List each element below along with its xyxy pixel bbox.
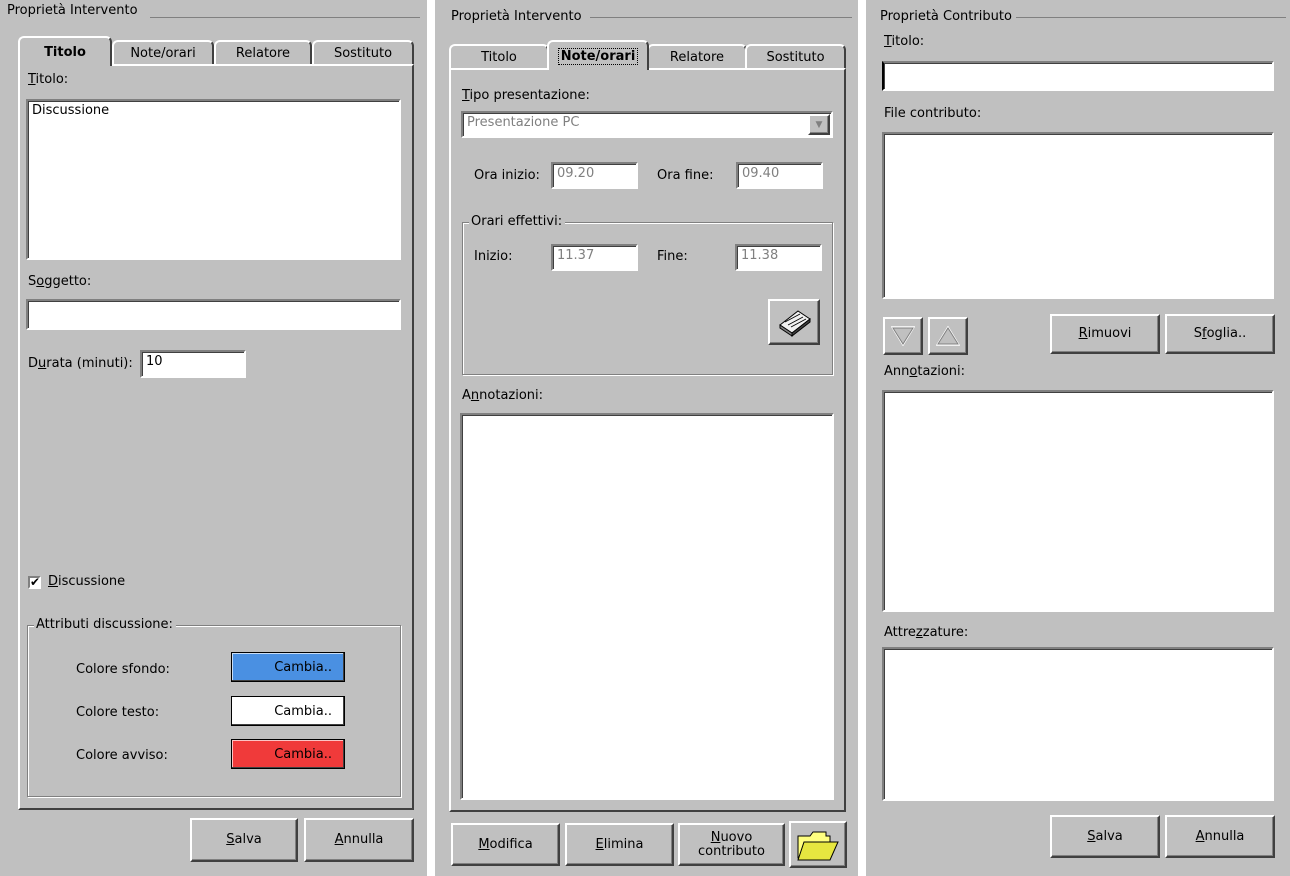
tab-label: Relatore	[235, 45, 291, 61]
tab-label: Titolo	[481, 49, 517, 65]
attrezzature-label: Attrezzature:	[884, 625, 969, 640]
folder-icon	[797, 831, 839, 860]
middle-panel: Proprietà Intervento Titolo Note/orari R…	[435, 0, 858, 876]
annulla-button[interactable]: Annulla	[1165, 815, 1275, 858]
panel-divider-right	[858, 0, 866, 876]
groupbox-top-line	[1016, 17, 1286, 18]
titolo-text: Discussione	[32, 103, 110, 118]
tab-label: Relatore	[669, 49, 725, 65]
groupbox-legend: Proprietà Intervento	[5, 3, 141, 18]
keyboard-icon	[779, 310, 811, 337]
discussione-checkbox-label[interactable]: Discussione	[48, 574, 125, 589]
ora-fine-input[interactable]: 09.40	[736, 162, 823, 189]
check-mark-icon: ✔	[30, 575, 41, 589]
tab-note-orari[interactable]: Note/orari	[547, 40, 649, 70]
colore-avviso-label: Colore avviso:	[76, 748, 168, 763]
discussione-checkbox[interactable]: ✔	[28, 576, 41, 589]
soggetto-label: Soggetto:	[28, 274, 92, 289]
tab-relatore[interactable]: Relatore	[647, 44, 747, 68]
move-up-button[interactable]	[928, 317, 968, 355]
groupbox-legend: Proprietà Contributo	[878, 9, 1015, 24]
groupbox-top-line	[150, 17, 420, 18]
tipo-presentazione-label: Tipo presentazione:	[462, 88, 590, 103]
left-panel: Proprietà Intervento Titolo Note/orari R…	[0, 0, 427, 876]
folder-icon-button[interactable]	[789, 821, 847, 868]
durata-label: Durata (minuti):	[28, 356, 133, 371]
annotazioni-label: Annotazioni:	[462, 388, 544, 403]
titolo-label: Titolo:	[884, 34, 925, 49]
sfoglia-button[interactable]: Sf oglia..	[1165, 314, 1275, 354]
attrezzature-textarea[interactable]	[882, 647, 1274, 801]
right-panel: Proprietà Contributo Titolo: File contri…	[866, 0, 1290, 876]
durata-input[interactable]: 10	[140, 350, 246, 378]
salva-button[interactable]: Salva	[190, 818, 298, 862]
select-value: Presentazione PC	[467, 115, 580, 130]
tab-note-orari[interactable]: Note/orari	[112, 40, 214, 64]
groupbox-legend: Proprietà Intervento	[449, 9, 585, 24]
colore-testo-label: Colore testo:	[76, 705, 160, 720]
colore-sfondo-button[interactable]: Cambia..	[231, 652, 345, 682]
groupbox-top-line	[590, 17, 852, 18]
elimina-button[interactable]: Elimina	[565, 823, 674, 866]
orari-effettivi-legend: Orari effettivi:	[469, 214, 566, 229]
soggetto-input[interactable]	[26, 299, 401, 330]
inizio-label: Inizio:	[474, 249, 513, 264]
annulla-button[interactable]: Annulla	[304, 818, 414, 862]
move-down-button[interactable]	[883, 317, 923, 355]
button-label: Cambia..	[274, 746, 332, 762]
colore-sfondo-label: Colore sfondo:	[76, 662, 170, 677]
annotazioni-textarea[interactable]	[460, 413, 834, 800]
button-label: Cambia..	[274, 703, 332, 719]
titolo-label: Titolo:	[28, 72, 69, 87]
tab-label: Titolo	[44, 44, 86, 60]
tab-label: Note/orari	[130, 45, 196, 61]
tipo-presentazione-select[interactable]: Presentazione PC ▼	[461, 111, 833, 138]
ora-fine-label: Ora fine:	[657, 168, 714, 183]
tab-label: Sostituto	[333, 45, 393, 61]
attributi-legend: Attributi discussione:	[34, 617, 176, 632]
file-contributo-list[interactable]	[882, 132, 1274, 299]
tab-sostituto[interactable]: Sostituto	[312, 40, 414, 64]
ora-inizio-input[interactable]: 09.20	[551, 162, 638, 189]
titolo-textarea[interactable]: Discussione	[26, 99, 401, 260]
keyboard-icon-button[interactable]	[768, 299, 820, 345]
tab-sostituto[interactable]: Sostituto	[745, 44, 846, 68]
panel-divider-left	[427, 0, 435, 876]
fine-input[interactable]: 11.38	[735, 244, 822, 271]
button-label: Cambia..	[274, 659, 332, 675]
titolo-input[interactable]	[882, 61, 1274, 91]
annotazioni-textarea[interactable]	[882, 390, 1274, 612]
tab-label: Note/orari	[557, 47, 639, 65]
colore-avviso-button[interactable]: Cambia..	[231, 739, 345, 769]
tab-label: Sostituto	[766, 49, 825, 65]
ora-inizio-label: Ora inizio:	[474, 168, 540, 183]
colore-testo-button[interactable]: Cambia..	[231, 696, 345, 726]
modifica-button[interactable]: Modifica	[451, 823, 560, 866]
annotazioni-label: Annotazioni:	[884, 364, 966, 379]
tab-titolo[interactable]: Titolo	[449, 44, 549, 68]
tab-relatore[interactable]: Relatore	[214, 40, 312, 64]
nuovo-contributo-button[interactable]: Nuovo contributo	[678, 823, 785, 866]
fine-label: Fine:	[657, 249, 688, 264]
triangle-up-icon	[936, 326, 960, 346]
inizio-input[interactable]: 11.37	[551, 244, 638, 271]
chevron-down-icon[interactable]: ▼	[808, 114, 830, 135]
salva-button[interactable]: Salva	[1050, 815, 1160, 858]
tab-titolo[interactable]: Titolo	[18, 36, 112, 66]
rimuovi-button[interactable]: Rimuovi	[1050, 314, 1160, 354]
file-contributo-label: File contributo:	[884, 106, 982, 121]
triangle-down-icon	[891, 326, 915, 346]
